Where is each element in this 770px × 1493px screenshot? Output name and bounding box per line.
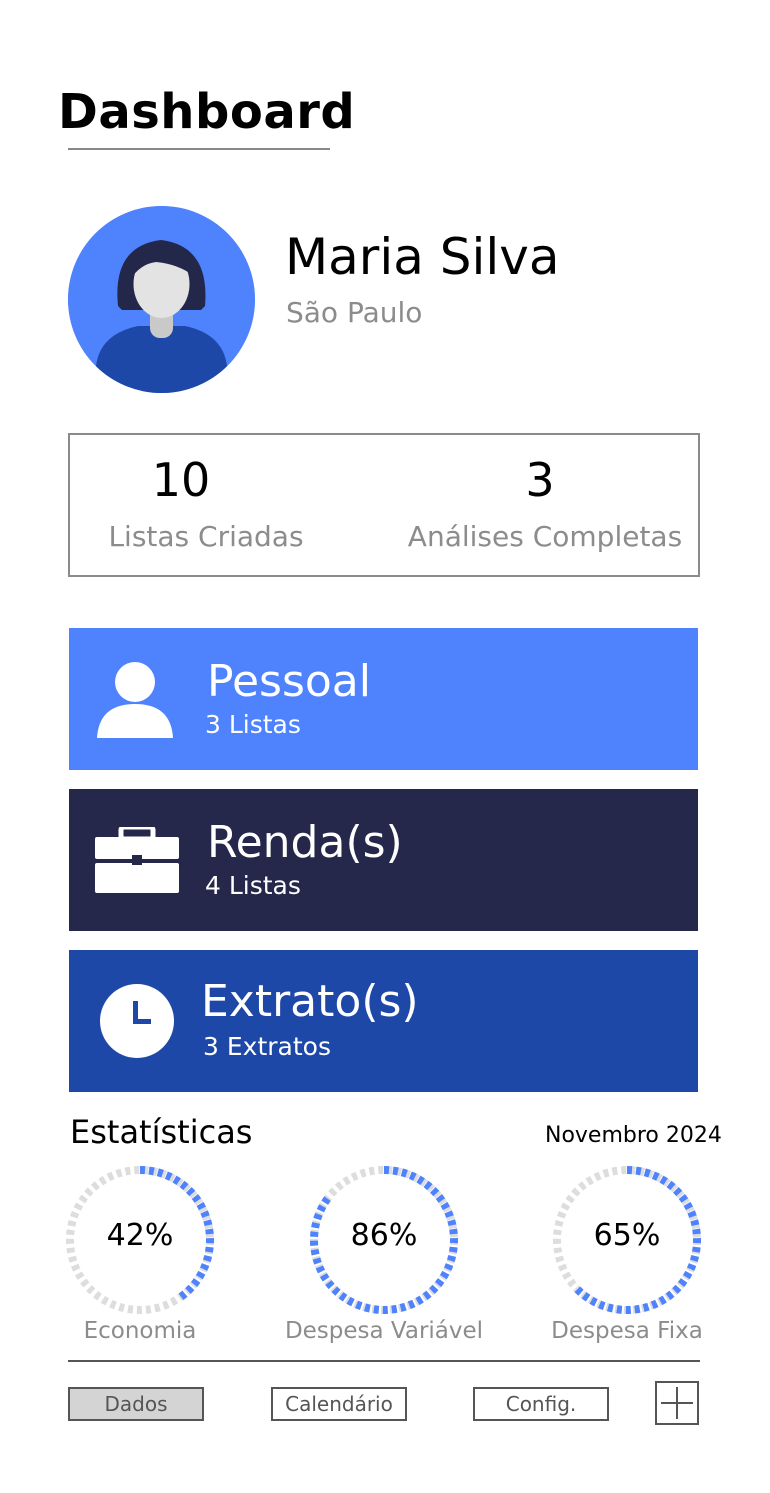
gauge-label-despesa-variavel: Despesa Variável bbox=[284, 1318, 484, 1344]
add-button[interactable] bbox=[655, 1381, 699, 1425]
card-title: Extrato(s) bbox=[201, 976, 419, 1027]
lists-created-count: 10 bbox=[151, 453, 211, 507]
user-name: Maria Silva bbox=[285, 228, 560, 286]
analyses-completed-count: 3 bbox=[525, 453, 555, 507]
clock-icon bbox=[99, 983, 175, 1063]
card-title: Pessoal bbox=[207, 656, 371, 707]
gauge-value: 86% bbox=[350, 1218, 418, 1253]
statistics-period[interactable]: Novembro 2024 bbox=[545, 1123, 722, 1148]
gauge-economia[interactable]: 42% bbox=[58, 1158, 222, 1326]
page-title: Dashboard bbox=[58, 84, 356, 140]
briefcase-icon bbox=[95, 824, 179, 899]
nav-calendario-button[interactable]: Calendário bbox=[271, 1387, 407, 1421]
category-card-pessoal[interactable]: Pessoal 3 Listas bbox=[69, 628, 698, 770]
gauge-label-despesa-fixa: Despesa Fixa bbox=[551, 1318, 703, 1344]
gauge-despesa-variavel[interactable]: 86% bbox=[302, 1158, 466, 1326]
summary-box: 10 Listas Criadas 3 Análises Completas bbox=[68, 433, 700, 577]
plus-icon bbox=[661, 1387, 693, 1419]
gauge-label-economia: Economia bbox=[83, 1318, 197, 1344]
user-avatar-icon[interactable] bbox=[68, 206, 255, 393]
category-card-extrato[interactable]: Extrato(s) 3 Extratos bbox=[69, 950, 698, 1092]
person-icon bbox=[95, 660, 177, 742]
statistics-heading: Estatísticas bbox=[70, 1113, 253, 1151]
category-card-renda[interactable]: Renda(s) 4 Listas bbox=[69, 789, 698, 931]
gauge-value: 65% bbox=[593, 1218, 661, 1253]
avatar-illustration bbox=[68, 206, 255, 393]
lists-created-label: Listas Criadas bbox=[108, 520, 304, 553]
card-title: Renda(s) bbox=[207, 817, 403, 868]
gauge-despesa-fixa[interactable]: 65% bbox=[545, 1158, 709, 1326]
nav-dados-button[interactable]: Dados bbox=[68, 1387, 204, 1421]
card-subtitle: 3 Extratos bbox=[203, 1032, 331, 1061]
gauge-value: 42% bbox=[106, 1218, 174, 1253]
card-subtitle: 4 Listas bbox=[205, 871, 301, 900]
nav-divider bbox=[68, 1360, 700, 1362]
nav-config-button[interactable]: Config. bbox=[473, 1387, 609, 1421]
title-underline bbox=[68, 148, 330, 150]
analyses-completed-label: Análises Completas bbox=[407, 520, 683, 553]
user-city: São Paulo bbox=[286, 296, 423, 329]
card-subtitle: 3 Listas bbox=[205, 710, 301, 739]
